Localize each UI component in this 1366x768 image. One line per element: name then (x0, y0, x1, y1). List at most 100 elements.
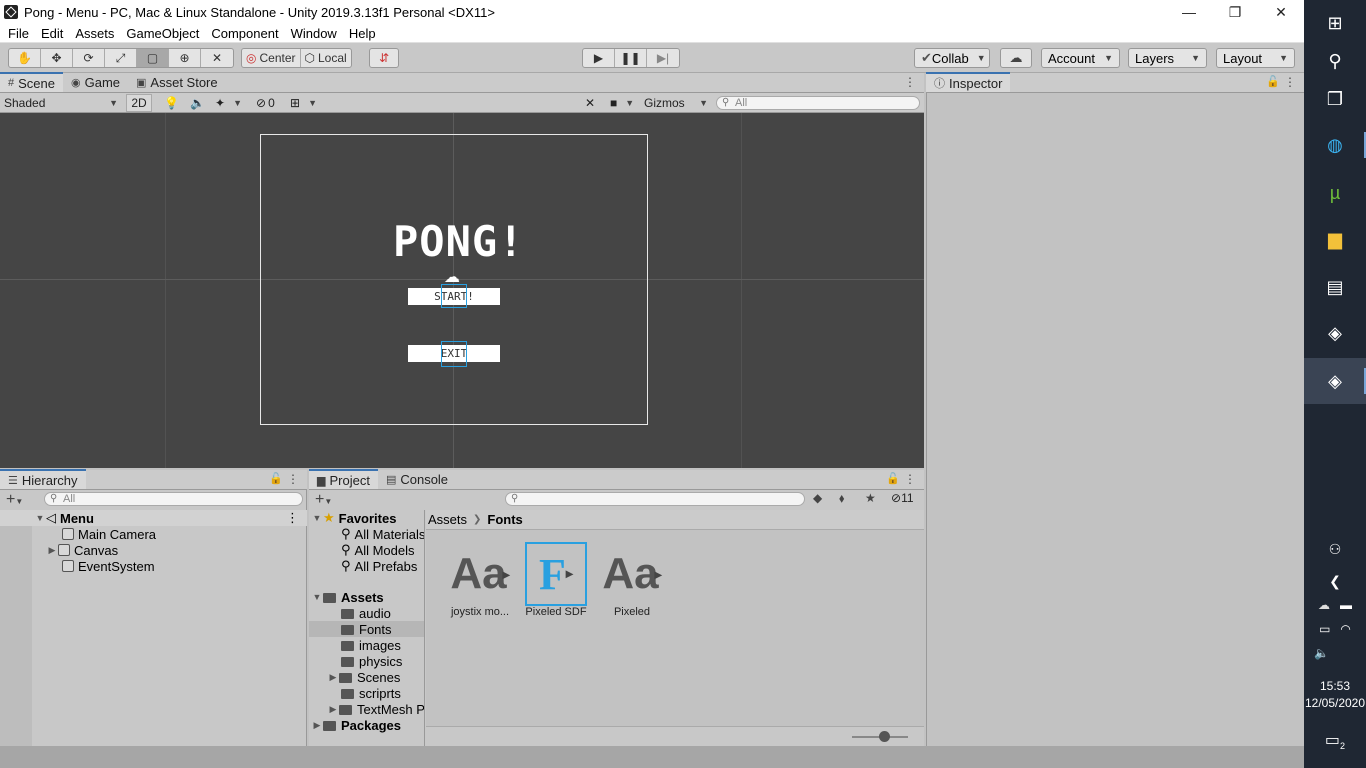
project-search-input[interactable]: ⚲ (505, 492, 805, 506)
wifi-icon[interactable]: ◠ (1340, 622, 1350, 636)
tools-icon[interactable]: ✕ (585, 94, 595, 112)
tree-packages[interactable]: ▶ Packages (311, 717, 401, 733)
hierarchy-scene-row[interactable]: ▼ ◁ Menu ⋮ (0, 510, 307, 526)
pong-title-text[interactable]: PONG! (393, 218, 523, 266)
unity-hub-icon[interactable]: ◈ (1304, 310, 1366, 356)
hand-tool-icon[interactable]: ✋ (9, 49, 41, 67)
lighting-toggle-icon[interactable]: 💡 (164, 94, 179, 112)
close-button[interactable]: ✕ (1258, 0, 1304, 24)
tab-console[interactable]: ▤ Console (378, 469, 456, 489)
hierarchy-search-input[interactable]: ⚲ All (44, 492, 303, 506)
menu-window[interactable]: Window (285, 26, 343, 41)
transform-tool-icon[interactable]: ⊕ (169, 49, 201, 67)
menu-help[interactable]: Help (343, 26, 382, 41)
grid-toggle-icon[interactable]: ⊞ ▼ (290, 94, 317, 112)
asset-font-file-selected[interactable]: F ▸ Pixeled SDF (518, 542, 594, 618)
create-plus-icon[interactable]: +▼ (315, 491, 332, 509)
gizmos-dropdown[interactable]: Gizmos ▼ (644, 94, 708, 112)
foldout-open-icon[interactable]: ▼ (311, 513, 323, 523)
hierarchy-item[interactable]: ▶ Canvas (0, 542, 307, 558)
hierarchy-item[interactable]: EventSystem (0, 558, 307, 574)
step-button-icon[interactable]: ▶| (647, 49, 679, 67)
kebab-menu-icon[interactable]: ⋮ (904, 472, 916, 486)
play-button-icon[interactable]: ▶ (583, 49, 615, 67)
foldout-closed-icon[interactable]: ▶ (46, 545, 58, 556)
tree-favorite-item[interactable]: ⚲ All Models (341, 542, 415, 558)
task-view-icon[interactable]: ❐ (1304, 76, 1366, 122)
rotate-tool-icon[interactable]: ⟳ (73, 49, 105, 67)
breadcrumb-item[interactable]: Assets (428, 512, 467, 527)
layers-dropdown[interactable]: Layers ▼ (1128, 48, 1207, 68)
tree-folder[interactable]: images (341, 637, 401, 653)
minimize-button[interactable]: — (1166, 0, 1212, 24)
kebab-menu-icon[interactable]: ⋮ (904, 75, 916, 89)
clock-time[interactable]: 15:53 (1304, 679, 1366, 693)
action-center-icon[interactable]: ▭2 (1304, 730, 1366, 751)
asset-font-file[interactable]: Aa ▸ Pixeled (594, 542, 670, 618)
scale-tool-icon[interactable]: ⤢ (105, 49, 137, 67)
zoom-slider-handle[interactable] (879, 731, 890, 742)
menu-component[interactable]: Component (205, 26, 284, 41)
tab-hierarchy[interactable]: ☰ Hierarchy (0, 469, 86, 489)
tree-folder[interactable]: scriprts (341, 685, 401, 701)
foldout-open-icon[interactable]: ▼ (311, 592, 323, 602)
account-dropdown[interactable]: Account ▼ (1041, 48, 1120, 68)
volume-icon[interactable]: 🔈 (1304, 646, 1366, 660)
lock-icon[interactable]: 🔓 (886, 472, 900, 485)
cloud-button[interactable]: ☁ (1000, 48, 1032, 68)
lock-icon[interactable]: 🔓 (269, 472, 283, 485)
camera-icon[interactable]: ■ ▼ (610, 94, 634, 112)
kebab-menu-icon[interactable]: ⋮ (286, 510, 299, 526)
tab-project[interactable]: ▆ Project (309, 469, 378, 489)
filter-type-icon[interactable]: ◆ (813, 491, 822, 505)
tree-favorite-item[interactable]: ⚲ All Prefabs (341, 558, 417, 574)
battery-icon[interactable]: ▭ (1319, 622, 1330, 636)
tree-assets[interactable]: ▼ Assets (311, 589, 384, 605)
custom-tool-icon[interactable]: ✕ (201, 49, 233, 67)
display-icon[interactable]: ▬ (1340, 598, 1352, 612)
tab-scene[interactable]: # Scene (0, 72, 63, 92)
tree-folder[interactable]: audio (341, 605, 391, 621)
lock-icon[interactable]: 🔓 (1266, 75, 1280, 88)
foldout-closed-icon[interactable]: ▶ (327, 672, 339, 683)
utorrent-icon[interactable]: µ (1304, 170, 1366, 216)
rect-tool-icon[interactable]: ▢ (137, 49, 169, 67)
tree-folder[interactable]: ▶ Scenes (327, 669, 401, 685)
shading-mode-dropdown[interactable]: Shaded ▼ (4, 94, 118, 112)
pivot-local-button[interactable]: ⬡ Local (301, 49, 351, 67)
unity-editor-icon[interactable]: ◈ (1304, 358, 1366, 404)
kebab-menu-icon[interactable]: ⋮ (287, 472, 299, 486)
tree-favorite-item[interactable]: ⚲ All Materials (341, 526, 424, 542)
hidden-packages-toggle[interactable]: ⊘11 (891, 491, 914, 505)
foldout-closed-icon[interactable]: ▶ (311, 720, 323, 731)
audio-toggle-icon[interactable]: 🔈 (190, 94, 205, 112)
hierarchy-item[interactable]: Main Camera (0, 526, 307, 542)
toggle-2d-button[interactable]: 2D (126, 94, 152, 112)
foldout-open-icon[interactable]: ▼ (34, 513, 46, 523)
tree-folder[interactable]: ▶ TextMesh P (327, 701, 424, 717)
tree-favorites[interactable]: ▼ ★ Favorites (311, 510, 397, 526)
menu-file[interactable]: File (0, 26, 35, 41)
asset-font-file[interactable]: Aa ▸ joystix mo... (442, 542, 518, 618)
breadcrumb-current[interactable]: Fonts (487, 512, 522, 527)
media-player-icon[interactable]: ▤ (1304, 264, 1366, 310)
maximize-button[interactable]: ❐ (1212, 0, 1258, 24)
tree-folder-selected[interactable]: Fonts (309, 621, 424, 637)
edge-browser-icon[interactable]: ◍ (1304, 122, 1366, 168)
filter-label-icon[interactable]: ⬧ (839, 491, 844, 506)
layout-dropdown[interactable]: Layout ▼ (1216, 48, 1295, 68)
collab-dropdown[interactable]: ✔ Collab ▼ (914, 48, 990, 68)
create-plus-icon[interactable]: +▼ (6, 491, 23, 509)
favorite-star-icon[interactable]: ★ (865, 491, 876, 505)
snap-icon[interactable]: ⇵ (370, 49, 398, 67)
menu-assets[interactable]: Assets (69, 26, 120, 41)
scene-view[interactable]: PONG! ☁ START! EXIT (0, 113, 924, 468)
clock-date[interactable]: 12/05/2020 (1304, 696, 1366, 710)
foldout-closed-icon[interactable]: ▶ (327, 704, 339, 715)
pause-button-icon[interactable]: ❚❚ (615, 49, 647, 67)
menu-edit[interactable]: Edit (35, 26, 69, 41)
tab-inspector[interactable]: ⓘ Inspector (926, 72, 1011, 92)
file-explorer-icon[interactable]: ▆ (1304, 216, 1366, 262)
onedrive-error-icon[interactable]: ☁ (1318, 598, 1330, 612)
effects-toggle-icon[interactable]: ✦ ▼ (215, 94, 242, 112)
